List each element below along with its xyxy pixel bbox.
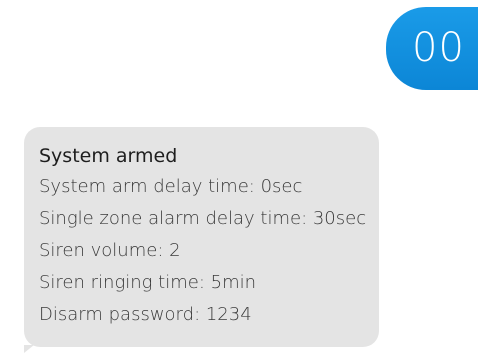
message-line-zone-delay: Single zone alarm delay time: 30sec — [39, 208, 367, 229]
outgoing-message-bubble[interactable]: 00 — [386, 7, 478, 90]
bubble-tail — [24, 345, 34, 353]
outgoing-message-text: 00 — [412, 25, 465, 71]
message-line-arm-delay: System arm delay time: 0sec — [39, 176, 303, 197]
message-title: System armed — [39, 145, 178, 167]
chat-thread: 00 System armed System arm delay time: 0… — [0, 0, 478, 353]
incoming-message-bubble[interactable]: System armed System arm delay time: 0sec… — [24, 127, 379, 353]
message-line-siren-time: Siren ringing time: 5min — [39, 272, 257, 293]
message-line-disarm-password: Disarm password: 1234 — [39, 304, 252, 325]
message-line-siren-volume: Siren volume: 2 — [39, 240, 181, 261]
